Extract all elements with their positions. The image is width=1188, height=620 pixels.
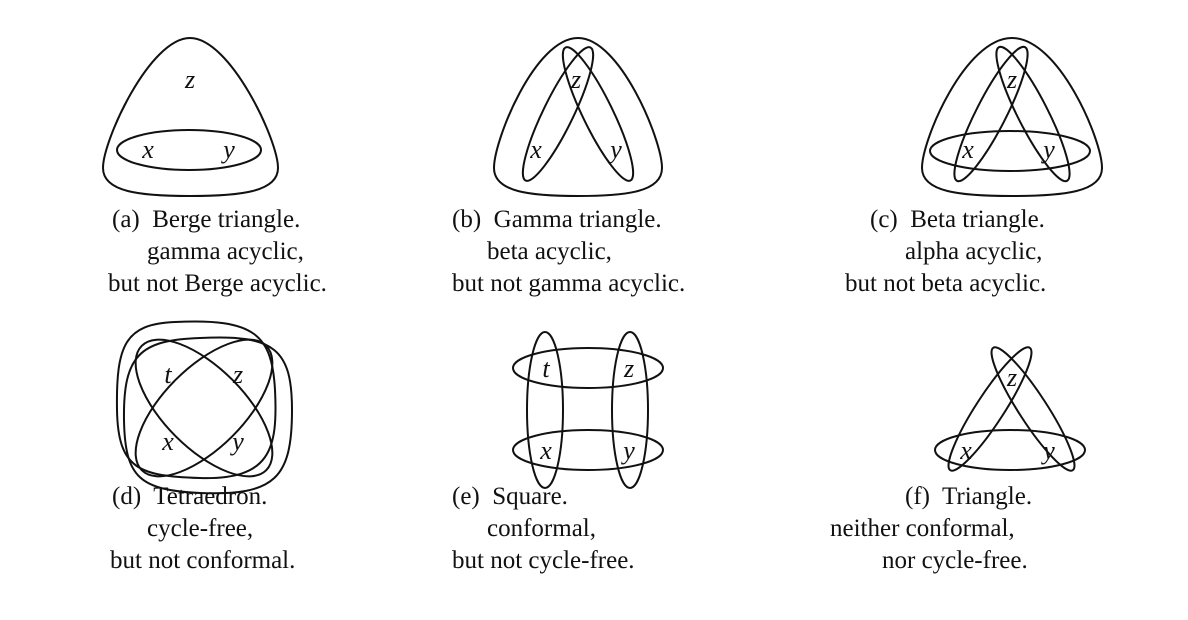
hyperedge-xy [934, 429, 1086, 471]
caption-f-line-3: nor cycle-free. [882, 547, 1028, 574]
hyperedge-xy [116, 129, 262, 171]
panel-a-diagram: z x y [101, 36, 280, 198]
vertex-z: z [570, 65, 581, 94]
vertex-z: z [623, 354, 634, 383]
caption-f-line-1: (f) Triangle. [905, 483, 1033, 510]
hyperedge-xz [947, 346, 1033, 472]
vertex-y: y [229, 427, 244, 456]
hyperedge-xyz [101, 36, 280, 198]
caption-d-line-1: (d) Tetraedron. [112, 483, 268, 510]
panel-f-diagram: z x y [934, 346, 1086, 472]
hyperedge-yz [561, 46, 635, 182]
hyperedge-xz [521, 46, 595, 182]
caption-d-line-3: but not conformal. [110, 547, 296, 574]
hyperedge-xyz [492, 36, 664, 198]
vertex-y: y [220, 135, 235, 164]
caption-f-line-2: neither conformal, [830, 515, 1015, 542]
caption-b-line-2: beta acyclic, [487, 238, 612, 265]
caption-c-line-2: alpha acyclic, [905, 238, 1043, 265]
caption-c-line-3: but not beta acyclic. [845, 270, 1047, 297]
hyperedge-xy [929, 130, 1091, 172]
vertex-z: z [184, 65, 195, 94]
hyperedge-xy [512, 429, 664, 471]
vertex-y: y [1040, 135, 1055, 164]
panel-c-diagram: z x y [920, 36, 1104, 198]
panel-d-diagram: t z x y [115, 320, 294, 495]
vertex-x: x [961, 135, 974, 164]
vertex-x: x [539, 436, 552, 465]
caption-b-line-1: (b) Gamma triangle. [452, 206, 662, 233]
caption-e-line-1: (e) Square. [452, 483, 568, 510]
figure: z x y z x y z x y t z x y t z x y z x y … [0, 0, 1188, 620]
caption-a-line-1: (a) Berge triangle. [112, 206, 301, 233]
vertex-x: x [141, 135, 154, 164]
caption-d-line-2: cycle-free, [147, 515, 254, 542]
vertex-t: t [164, 360, 172, 389]
caption-e-line-3: but not cycle-free. [452, 547, 635, 574]
panel-e-diagram: t z x y [512, 331, 664, 489]
caption-e-line-2: conformal, [487, 515, 596, 542]
hyperedge-yz [990, 346, 1076, 472]
vertex-z: z [1006, 363, 1017, 392]
vertex-y: y [620, 436, 635, 465]
caption-a-line-2: gamma acyclic, [147, 238, 304, 265]
vertex-x: x [161, 427, 174, 456]
vertex-x: x [529, 135, 542, 164]
vertex-y: y [1040, 436, 1055, 465]
caption-a-line-3: but not Berge acyclic. [108, 270, 327, 297]
vertex-z: z [1006, 65, 1017, 94]
vertex-x: x [959, 436, 972, 465]
hyperedge-tz [512, 347, 664, 389]
caption-b-line-3: but not gamma acyclic. [452, 270, 686, 297]
vertex-z: z [232, 360, 243, 389]
vertex-y: y [607, 135, 622, 164]
hyperedge-xyz [920, 36, 1104, 198]
panel-b-diagram: z x y [492, 36, 664, 198]
caption-c-line-1: (c) Beta triangle. [870, 206, 1045, 233]
vertex-t: t [542, 354, 550, 383]
